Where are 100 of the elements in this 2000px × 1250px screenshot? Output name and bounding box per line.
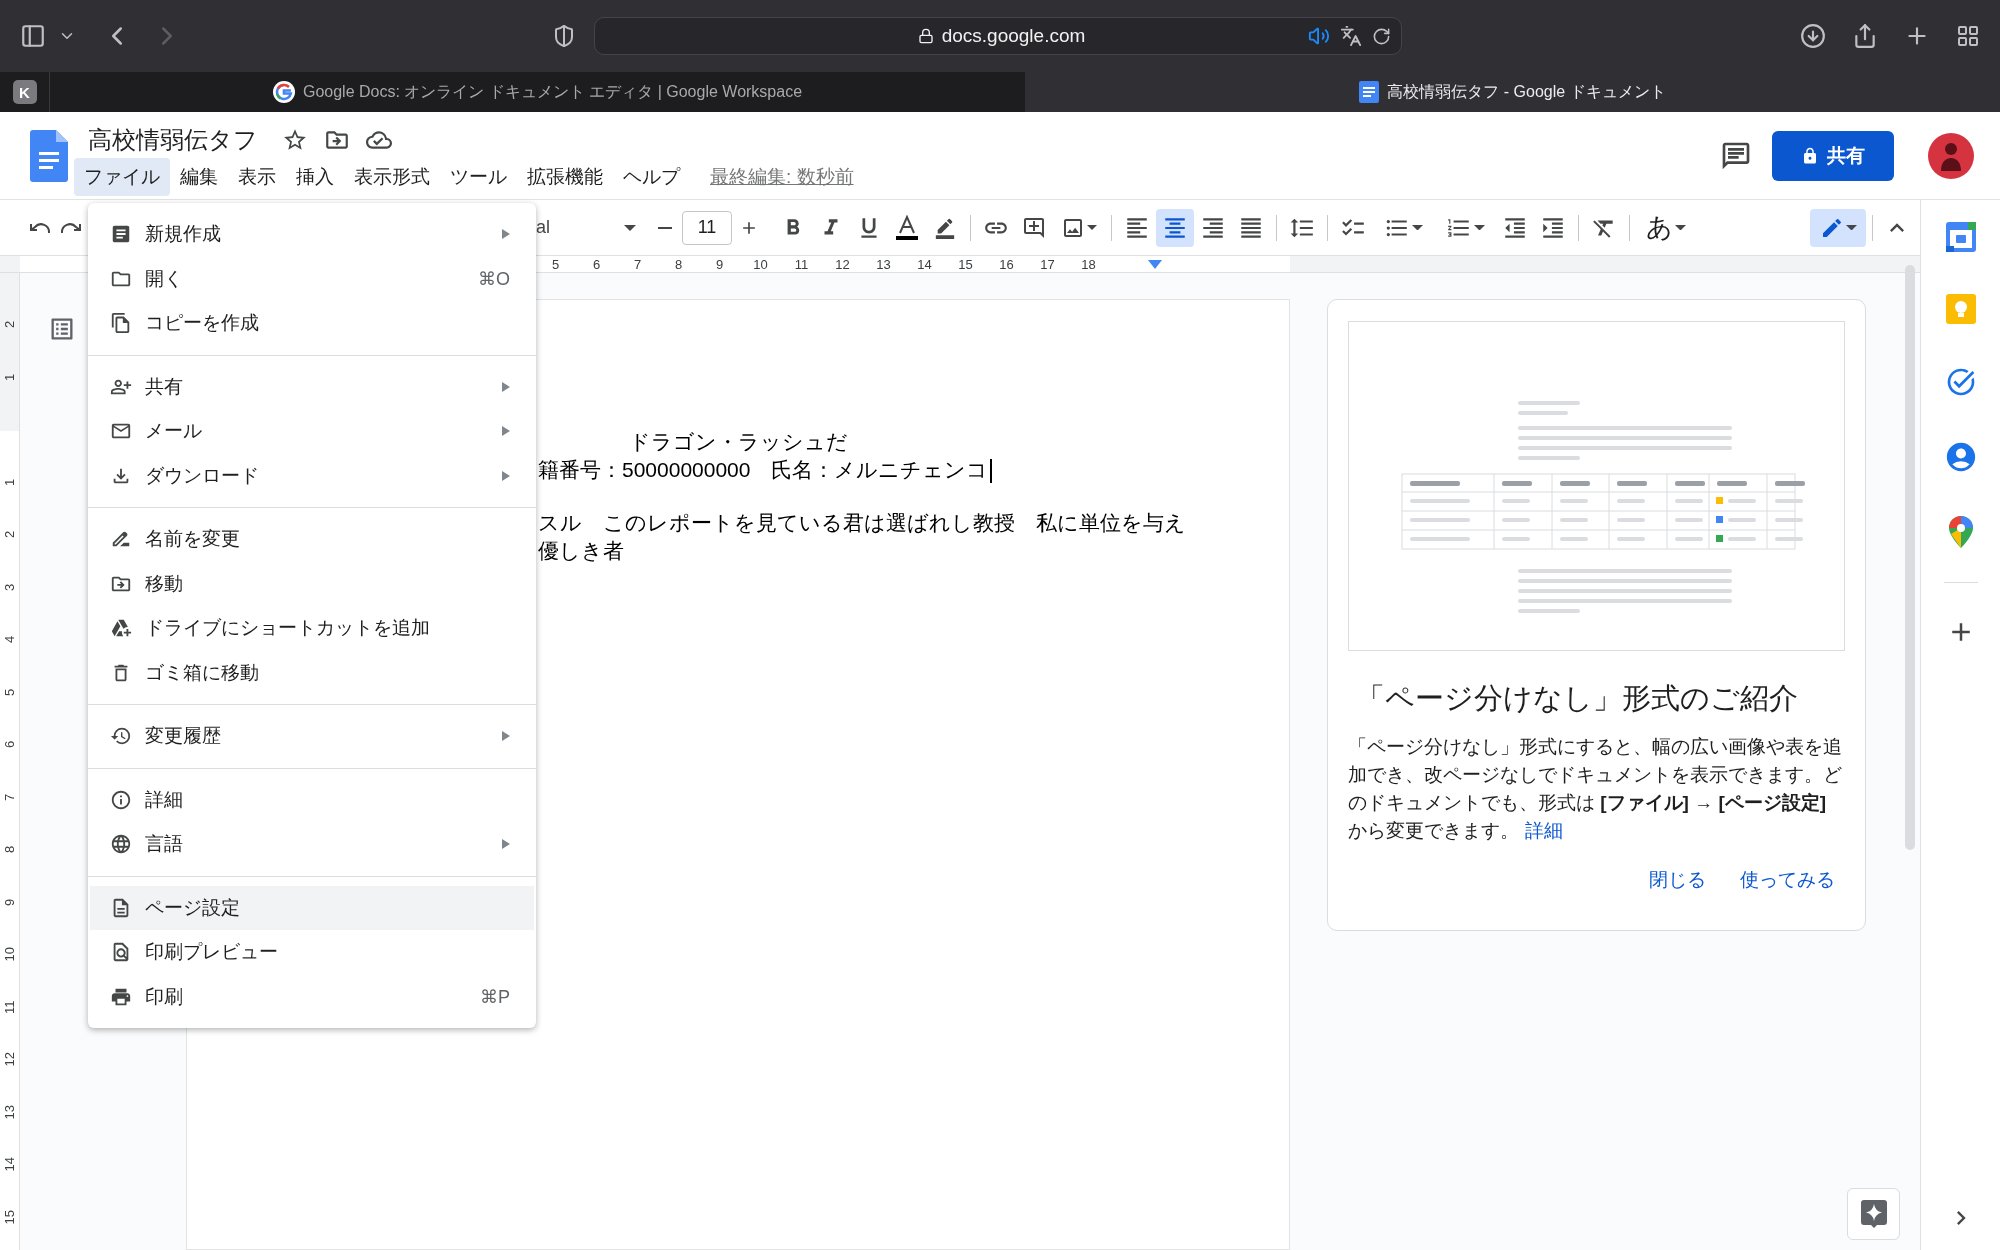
menu-item-label: 移動 [145,571,184,596]
menu-bar-item[interactable]: 挿入 [286,157,344,196]
menu-item[interactable]: 共有 [90,364,534,409]
menu-item-label: 開く [145,266,184,291]
lock-icon [917,28,934,44]
menu-item[interactable]: ページ設定 [90,885,534,930]
document-title[interactable]: 高校情弱伝タフ [88,123,258,156]
menu-bar-item[interactable]: ツール [440,157,517,196]
shield-icon[interactable] [552,24,576,48]
map-pin-icon[interactable] [1948,516,1973,548]
ruler-number: 12 [834,256,851,272]
address-field[interactable]: docs.google.com [594,17,1402,55]
card-button[interactable]: 使ってみる [1740,861,1835,899]
sidebar-icon[interactable] [20,23,46,49]
menu-item-label: 言語 [145,832,184,857]
share-icon[interactable] [1852,23,1878,49]
menu-bar-item[interactable]: 表示 [228,157,286,196]
menu-item[interactable]: 名前を変更 [90,517,534,562]
translate-icon[interactable] [1340,25,1362,47]
ruler-number: 16 [998,256,1015,272]
ruler-number: 11 [1,999,18,1016]
ruler-number: 6 [591,256,602,272]
share-button[interactable]: 共有 [1772,130,1894,181]
menu-item[interactable]: 印刷 ⌘P [90,974,534,1019]
add-comment-icon [1022,215,1046,240]
document-text: ドラゴン・ラッシュだ [628,430,848,453]
tab-overview-icon[interactable] [1956,24,1980,48]
caret-icon [1411,224,1423,231]
ruler-number: 8 [673,256,684,272]
menu-item[interactable]: ダウンロード [90,453,534,498]
editing-mode-button[interactable] [1810,208,1866,247]
speaker-icon[interactable] [1308,25,1330,47]
input-tool-button[interactable]: あ [1636,208,1696,247]
menu-bar-item[interactable]: 表示形式 [344,157,440,196]
ruler-number: 13 [875,256,892,272]
tab-title: 高校情弱伝タフ - Google ドキュメント [1387,81,1666,102]
calendar-icon[interactable] [1945,222,1976,252]
redo-icon [61,221,81,234]
reload-icon[interactable] [1372,26,1391,46]
menu-item[interactable]: 開く ⌘O [90,256,534,301]
menu-bar-item[interactable]: ヘルプ [613,157,690,196]
menu-item[interactable]: メール [90,409,534,454]
explore-button[interactable] [1847,1188,1900,1240]
ruler-number: 15 [957,256,974,272]
align-center-button[interactable] [1156,208,1194,247]
url-text: docs.google.com [941,25,1086,47]
menu-item-label: 新規作成 [145,222,222,247]
indent-marker-icon[interactable] [1148,260,1162,269]
ruler-number: 6 [1,739,18,750]
ruler-number: 13 [1,1103,18,1121]
menu-item[interactable]: 言語 [90,822,534,867]
info-icon [110,788,132,811]
menu-bar-item[interactable]: 拡張機能 [517,157,613,196]
browser-tab[interactable]: 高校情弱伝タフ - Google ドキュメント [1025,72,2000,112]
menu-bar-item[interactable]: ファイル [74,157,170,196]
menu-item[interactable]: ドライブにショートカットを追加 [90,606,534,651]
menu-item-label: 印刷 [145,984,184,1009]
caret-icon [1845,224,1857,231]
font-size-field[interactable]: 11 [682,210,732,245]
ruler-number: 3 [1,582,18,593]
menu-item-label: ドライブにショートカットを追加 [145,616,431,641]
menu-item-label: 印刷プレビュー [145,940,279,965]
menu-item[interactable]: ゴミ箱に移動 [90,650,534,695]
tab-title: Google Docs: オンライン ドキュメント エディタ | Google Workspace [302,81,803,102]
menu-item[interactable]: 印刷プレビュー [90,930,534,975]
scrollbar[interactable] [1905,265,1915,850]
caret-icon [1675,224,1686,231]
ruler-number: 4 [1,634,18,645]
pinned-tab[interactable]: K [12,80,37,104]
menu-item-label: ページ設定 [145,895,241,920]
menu-item-label: 共有 [145,374,184,399]
globe-icon [110,833,132,856]
caret-icon [1473,224,1485,231]
ruler-number: 5 [1,687,18,698]
card-description: 「ページ分けなし」形式にすると、幅の広い画像や表を追加でき、改ページなしでドキュメントを表示できます。どのドキュメントでも、形式は [ファイル] → [ページ設定] から変更できます。 詳細 [1348,735,1843,843]
menu-item[interactable]: 詳細 [90,777,534,822]
ruler-number: 1 [1,477,18,488]
ruler-number: 2 [1,319,18,330]
download-icon[interactable] [1800,23,1826,49]
ruler-number: 9 [714,256,725,272]
shortcut-text: ⌘O [478,267,510,290]
sparkle-icon [1860,1200,1887,1228]
menu-item[interactable]: 変更履歴 [90,714,534,759]
ruler-number: 2 [1,529,18,540]
ruler-number: 18 [1080,256,1097,272]
menu-item[interactable]: コピーを作成 [90,301,534,346]
ruler-number: 15 [1,1208,18,1226]
menu-bar-item[interactable]: 編集 [170,157,228,196]
ruler-number: 10 [752,256,769,272]
ruler-number: 17 [1039,256,1056,272]
menu-item[interactable]: 移動 [90,561,534,606]
pen-icon [934,216,956,239]
menu-item-label: ダウンロード [145,463,260,488]
last-edit-link[interactable]: 最終編集: 数秒前 [710,163,854,190]
card-button[interactable]: 閉じる [1649,861,1706,899]
ruler-number: 11 [793,256,810,272]
avatar[interactable] [1928,132,1974,179]
docs-logo[interactable] [30,129,68,182]
details-link[interactable]: 詳細 [1525,820,1563,841]
undo-icon [30,221,50,234]
